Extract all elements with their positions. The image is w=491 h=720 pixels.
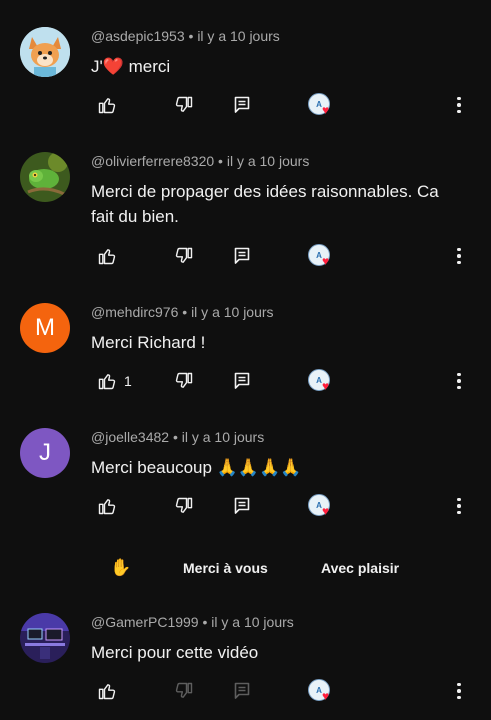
creator-heart: A ♥ <box>308 242 336 270</box>
meta-separator: • <box>182 304 188 320</box>
avatar[interactable]: J <box>20 428 70 478</box>
comment-text: Merci pour cette vidéo <box>91 643 259 662</box>
avatar[interactable]: M <box>20 303 70 353</box>
chameleon-avatar-icon <box>20 152 70 202</box>
more-options-button[interactable] <box>453 492 465 520</box>
avatar[interactable] <box>20 152 70 202</box>
meta-separator: • <box>218 153 223 169</box>
thumbs-down-icon <box>175 247 193 263</box>
comment-text: J'❤️ merci <box>91 57 171 76</box>
meta-separator: • <box>188 28 194 44</box>
thumbs-down-icon <box>175 497 193 513</box>
comment-text: Merci beaucoup 🙏🙏🙏🙏 <box>91 458 302 477</box>
dislike-button[interactable] <box>174 367 194 395</box>
comment-author[interactable]: @olivierferrere8320 <box>91 153 214 169</box>
creator-heart-icon: ♥ <box>322 689 330 703</box>
thumbs-down-icon <box>175 372 193 388</box>
comment-text: Merci Richard ! <box>91 333 206 352</box>
meta-separator: • <box>202 614 208 630</box>
comment-meta: @olivierferrere8320 • il y a 10 jours <box>91 153 309 169</box>
comment-author[interactable]: @mehdirc976 <box>91 304 178 320</box>
thumbs-up-icon <box>98 374 116 390</box>
more-options-button[interactable] <box>453 677 465 705</box>
corgi-avatar-icon <box>20 27 70 77</box>
comment-actions: 1 A ♥ <box>0 367 491 395</box>
comment-time: il y a 10 jours <box>211 614 294 630</box>
comment-author[interactable]: @asdepic1953 <box>91 28 185 44</box>
comment-time: il y a 10 jours <box>226 153 310 169</box>
comment-text: Merci de propager des idées raisonnables… <box>91 182 439 226</box>
like-button[interactable] <box>97 242 124 270</box>
dislike-button[interactable] <box>174 242 194 270</box>
more-options-button[interactable] <box>453 91 465 119</box>
creator-heart: A ♥ <box>308 91 336 119</box>
reply-chip-plaisir[interactable]: Avec plaisir <box>321 552 399 584</box>
comment-time: il y a 10 jours <box>197 28 280 44</box>
comment-actions: A ♥ <box>0 677 491 705</box>
suggested-replies: ✋ Merci à vous Avec plaisir <box>0 552 491 584</box>
dislike-button[interactable] <box>174 91 194 119</box>
comment-actions: A ♥ <box>0 242 491 270</box>
heart-emoji: ❤️ <box>102 57 124 76</box>
thumbs-down-icon <box>175 96 193 112</box>
dislike-button[interactable] <box>174 677 194 705</box>
creator-heart-icon: ♥ <box>322 103 330 117</box>
avatar[interactable] <box>20 613 70 663</box>
comment-meta: @asdepic1953 • il y a 10 jours <box>91 28 280 44</box>
comment-meta: @joelle3482 • il y a 10 jours <box>91 429 264 445</box>
reply-icon <box>234 96 250 113</box>
thumbs-up-icon <box>98 684 116 700</box>
reply-icon <box>234 682 250 699</box>
like-button[interactable] <box>97 492 124 520</box>
like-button[interactable] <box>97 91 124 119</box>
thumbs-down-icon <box>175 682 193 698</box>
creator-heart-icon: ♥ <box>322 254 330 268</box>
wave-emoji-reply[interactable]: ✋ <box>110 552 131 584</box>
reply-button[interactable] <box>234 677 250 705</box>
reply-icon <box>234 247 250 264</box>
reply-icon <box>234 372 250 389</box>
comment-meta: @mehdirc976 • il y a 10 jours <box>91 304 274 320</box>
meta-separator: • <box>172 429 178 445</box>
comment-time: il y a 10 jours <box>191 304 274 320</box>
comment-actions: A ♥ <box>0 492 491 520</box>
comment-author[interactable]: @GamerPC1999 <box>91 614 199 630</box>
reply-button[interactable] <box>234 492 250 520</box>
comment-time: il y a 10 jours <box>181 429 265 445</box>
reply-button[interactable] <box>234 91 250 119</box>
creator-heart: A ♥ <box>308 492 336 520</box>
like-button[interactable] <box>97 677 124 705</box>
creator-heart-icon: ♥ <box>322 379 330 393</box>
thumbs-up-icon <box>98 98 116 114</box>
creator-heart: A ♥ <box>308 677 336 705</box>
comment-meta: @GamerPC1999 • il y a 10 jours <box>91 614 294 630</box>
like-button[interactable]: 1 <box>97 367 132 395</box>
gaming-setup-avatar-icon <box>20 613 70 663</box>
reply-button[interactable] <box>234 367 250 395</box>
more-options-button[interactable] <box>453 242 465 270</box>
more-options-button[interactable] <box>453 367 465 395</box>
thumbs-up-icon <box>98 249 116 265</box>
reply-icon <box>234 497 250 514</box>
thumbs-up-icon <box>98 499 116 515</box>
reply-chip-merci[interactable]: Merci à vous <box>183 552 268 584</box>
reply-button[interactable] <box>234 242 250 270</box>
dislike-button[interactable] <box>174 492 194 520</box>
avatar[interactable] <box>20 27 70 77</box>
like-count: 1 <box>124 373 132 389</box>
comment-actions: A ♥ <box>0 91 491 119</box>
comment-author[interactable]: @joelle3482 <box>91 429 169 445</box>
creator-heart-icon: ♥ <box>322 504 330 518</box>
creator-heart: A ♥ <box>308 367 336 395</box>
